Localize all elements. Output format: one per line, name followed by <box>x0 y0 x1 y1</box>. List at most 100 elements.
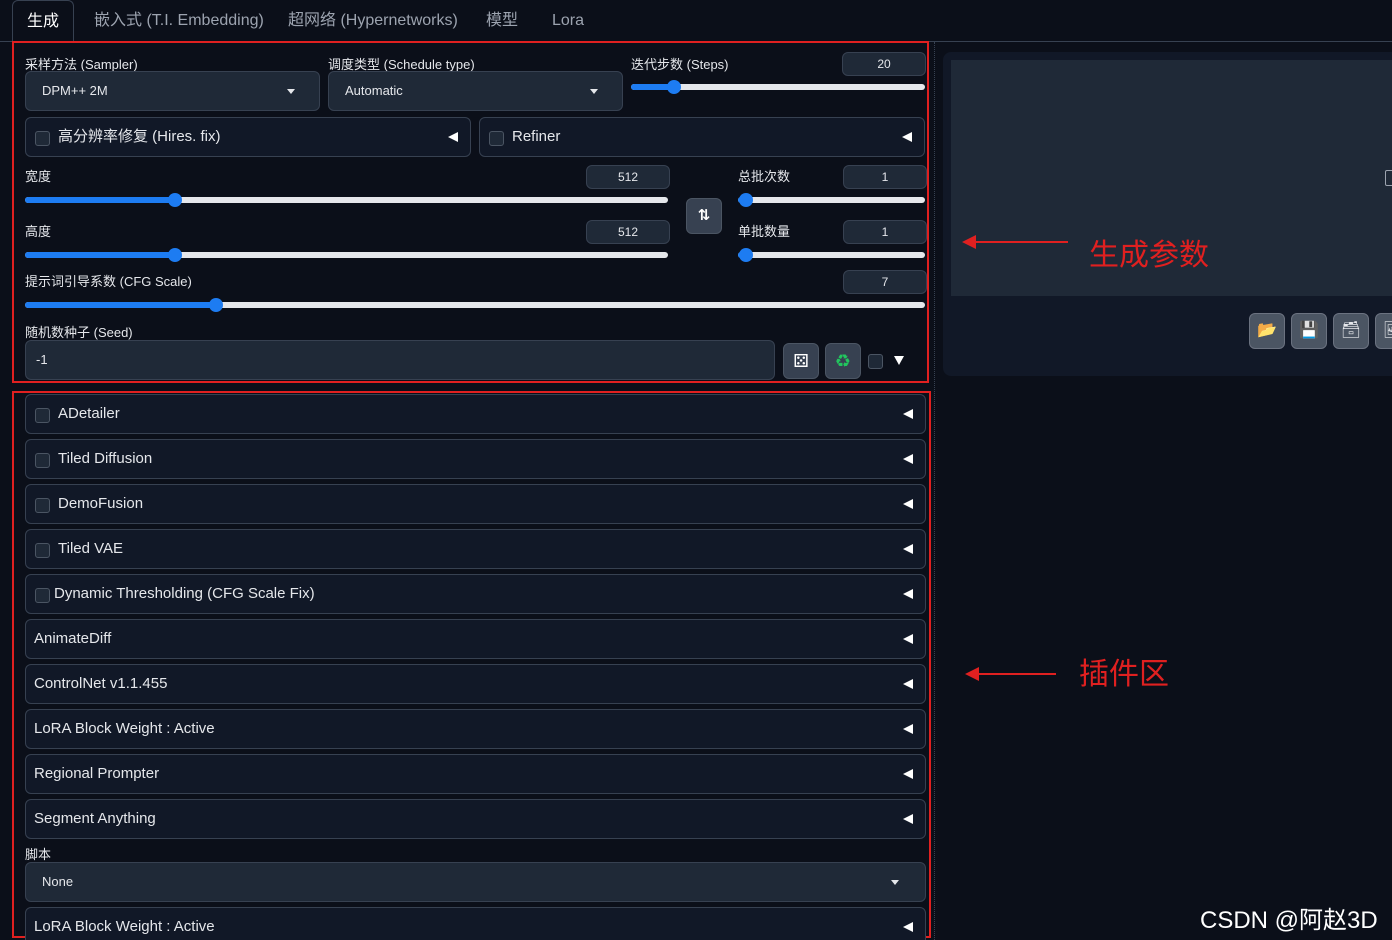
open-folder-button[interactable]: 📂 <box>1249 313 1285 349</box>
cfg-label: 提示词引导系数 (CFG Scale) <box>25 274 192 289</box>
batch-size-label: 单批数量 <box>738 224 791 239</box>
extension-checkbox[interactable] <box>35 498 50 513</box>
extension-label: ADetailer <box>58 405 120 422</box>
params-arrow <box>962 235 1068 249</box>
refiner-checkbox[interactable] <box>489 131 504 146</box>
cfg-slider-fill <box>25 302 216 308</box>
extra-seed-checkbox[interactable] <box>868 354 883 369</box>
tab-ti-embedding[interactable]: 嵌入式 (T.I. Embedding) <box>80 0 278 42</box>
tab-generate[interactable]: 生成 <box>12 0 75 43</box>
batch-count-slider[interactable] <box>738 193 925 207</box>
width-slider-handle[interactable] <box>168 193 182 207</box>
schedule-dropdown[interactable]: Automatic <box>328 71 623 111</box>
collapse-arrow-icon[interactable] <box>903 724 913 734</box>
collapse-arrow-icon[interactable] <box>903 679 913 689</box>
extension-label: Segment Anything <box>34 810 156 827</box>
steps-label: 迭代步数 (Steps) <box>631 57 729 72</box>
script-dropdown[interactable]: None <box>25 862 926 902</box>
sampler-dropdown[interactable]: DPM++ 2M <box>25 71 320 111</box>
extension-panel-lora-block-weight[interactable]: LoRA Block Weight : Active <box>25 709 926 749</box>
batch-count-label: 总批次数 <box>738 169 791 184</box>
extension-panel-regional-prompter[interactable]: Regional Prompter <box>25 754 926 794</box>
extension-panel-dynamic-thresholding[interactable]: Dynamic Thresholding (CFG Scale Fix) <box>25 574 926 614</box>
steps-slider[interactable] <box>631 80 925 94</box>
cfg-number-input[interactable]: 7 <box>843 270 927 294</box>
collapse-arrow-icon[interactable] <box>903 499 913 509</box>
extension-checkbox[interactable] <box>35 543 50 558</box>
reuse-seed-button[interactable]: ♻ <box>825 343 861 379</box>
cfg-slider[interactable] <box>25 298 925 312</box>
arrowhead-icon <box>965 667 979 681</box>
width-label: 宽度 <box>25 169 52 184</box>
collapse-arrow-icon[interactable] <box>903 544 913 554</box>
extension-panel-demofusion[interactable]: DemoFusion <box>25 484 926 524</box>
extension-panel-tiled-diffusion[interactable]: Tiled Diffusion <box>25 439 926 479</box>
tab-bar: 生成 嵌入式 (T.I. Embedding) 超网络 (Hypernetwor… <box>0 0 1392 43</box>
expand-arrow-icon[interactable] <box>894 356 904 365</box>
column-divider <box>934 42 935 940</box>
batch-count-slider-handle[interactable] <box>739 193 753 207</box>
watermark: CSDN @阿赵3D <box>1200 907 1378 934</box>
chevron-down-icon <box>287 89 295 94</box>
script-label: 脚本 <box>25 847 52 862</box>
extension-panel-lora-block-weight-2[interactable]: LoRA Block Weight : Active <box>25 907 926 940</box>
tab-models[interactable]: 模型 <box>472 0 532 42</box>
image-icon: 🖼 <box>1383 322 1392 339</box>
batch-size-number-input[interactable]: 1 <box>843 220 927 244</box>
extension-checkbox[interactable] <box>35 453 50 468</box>
extension-label: Dynamic Thresholding (CFG Scale Fix) <box>54 585 315 602</box>
batch-size-slider[interactable] <box>738 248 925 262</box>
dice-icon: ⚄ <box>793 351 809 371</box>
extension-label: Tiled Diffusion <box>58 450 153 467</box>
extension-label: ControlNet v1.1.455 <box>34 675 168 692</box>
image-placeholder-icon <box>1385 170 1392 186</box>
plugins-annotation: 插件区 <box>1079 658 1169 691</box>
tab-lora[interactable]: Lora <box>538 0 598 42</box>
collapse-arrow-icon[interactable] <box>903 634 913 644</box>
height-number-input[interactable]: 512 <box>586 220 670 244</box>
height-slider[interactable] <box>25 248 668 262</box>
batch-count-number-input[interactable]: 1 <box>843 165 927 189</box>
params-annotation: 生成参数 <box>1089 239 1209 272</box>
collapse-arrow-icon[interactable] <box>902 132 912 142</box>
swap-dimensions-button[interactable]: ⇅ <box>686 198 722 234</box>
extension-label: DemoFusion <box>58 495 144 512</box>
extension-checkbox[interactable] <box>35 408 50 423</box>
random-seed-button[interactable]: ⚄ <box>783 343 819 379</box>
extension-panel-tiled-vae[interactable]: Tiled VAE <box>25 529 926 569</box>
collapse-arrow-icon[interactable] <box>903 814 913 824</box>
collapse-arrow-icon[interactable] <box>903 454 913 464</box>
width-slider-fill <box>25 197 175 203</box>
seed-input[interactable]: -1 <box>25 340 775 380</box>
extension-panel-controlnet[interactable]: ControlNet v1.1.455 <box>25 664 926 704</box>
height-slider-handle[interactable] <box>168 248 182 262</box>
extension-label: LoRA Block Weight : Active <box>34 918 215 935</box>
extension-checkbox[interactable] <box>35 588 50 603</box>
steps-number-input[interactable]: 20 <box>842 52 926 76</box>
cfg-slider-handle[interactable] <box>209 298 223 312</box>
zip-button[interactable]: 🗃 <box>1333 313 1369 349</box>
folder-icon: 📂 <box>1257 322 1277 339</box>
batch-size-slider-handle[interactable] <box>739 248 753 262</box>
extension-panel-animatediff[interactable]: AnimateDiff <box>25 619 926 659</box>
width-slider[interactable] <box>25 193 668 207</box>
collapse-arrow-icon[interactable] <box>903 409 913 419</box>
save-button[interactable]: 💾 <box>1291 313 1327 349</box>
send-to-img2img-button[interactable]: 🖼 <box>1375 313 1392 349</box>
extension-panel-segment-anything[interactable]: Segment Anything <box>25 799 926 839</box>
steps-slider-handle[interactable] <box>667 80 681 94</box>
collapse-arrow-icon[interactable] <box>903 589 913 599</box>
hires-fix-panel[interactable]: 高分辨率修复 (Hires. fix) <box>25 117 471 157</box>
tab-hypernetworks[interactable]: 超网络 (Hypernetworks) <box>274 0 472 42</box>
hires-fix-checkbox[interactable] <box>35 131 50 146</box>
script-value: None <box>42 874 74 889</box>
extension-label: Tiled VAE <box>58 540 124 557</box>
save-icon: 💾 <box>1299 322 1319 339</box>
collapse-arrow-icon[interactable] <box>903 922 913 932</box>
collapse-arrow-icon[interactable] <box>903 769 913 779</box>
chevron-down-icon <box>590 89 598 94</box>
width-number-input[interactable]: 512 <box>586 165 670 189</box>
extension-panel-adetailer[interactable]: ADetailer <box>25 394 926 434</box>
refiner-panel[interactable]: Refiner <box>479 117 925 157</box>
collapse-arrow-icon[interactable] <box>448 132 458 142</box>
